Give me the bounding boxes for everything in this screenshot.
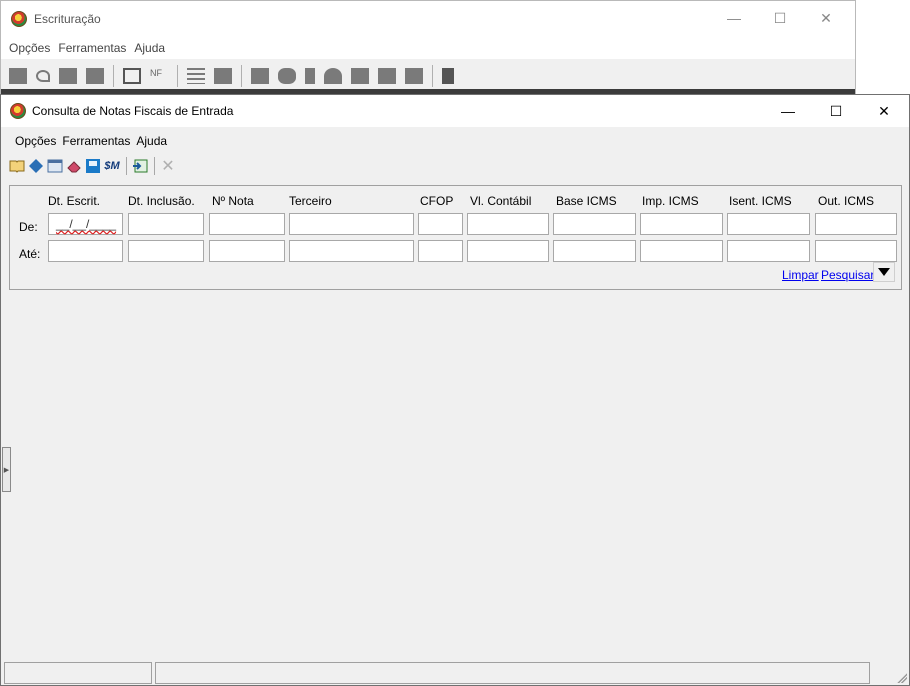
ate-cfop-field[interactable] xyxy=(418,240,463,262)
download-icon[interactable] xyxy=(305,68,315,84)
toolbar-separator xyxy=(241,65,242,87)
parent-window: Escrituração — ☐ ✕ Opções Ferramentas Aj… xyxy=(0,0,856,96)
parent-title-bar[interactable]: Escrituração — ☐ ✕ xyxy=(1,1,855,37)
exit-door-icon[interactable] xyxy=(442,68,454,84)
toolbar-separator xyxy=(126,157,127,175)
child-toolbar: $M ✕ xyxy=(9,155,179,177)
export-icon[interactable] xyxy=(132,158,148,174)
de-vl-contabil-field[interactable] xyxy=(467,213,549,235)
side-panel-splitter[interactable]: ▶ xyxy=(2,447,11,492)
app-logo-icon xyxy=(11,11,27,27)
sm-icon[interactable]: $M xyxy=(104,158,120,174)
child-close-button[interactable]: ✕ xyxy=(861,95,907,127)
parent-menu-bar: Opções Ferramentas Ajuda xyxy=(1,37,855,59)
brush-icon[interactable] xyxy=(86,68,104,84)
de-isent-icms-field[interactable] xyxy=(727,213,810,235)
child-maximize-button[interactable]: ☐ xyxy=(813,95,859,127)
de-dt-inclusao-field[interactable] xyxy=(128,213,204,235)
child-menu-bar: Opções Ferramentas Ajuda xyxy=(1,131,909,151)
ate-dt-escrit-field[interactable] xyxy=(48,240,123,262)
book-icon[interactable] xyxy=(9,158,25,174)
child-minimize-button[interactable]: — xyxy=(765,95,811,127)
parent-maximize-button[interactable]: ☐ xyxy=(757,1,803,35)
status-bar xyxy=(1,659,909,685)
col-base-icms: Base ICMS xyxy=(556,194,617,208)
ate-out-icms-field[interactable] xyxy=(815,240,897,262)
parent-minimize-button[interactable]: — xyxy=(711,1,757,35)
parent-close-button[interactable]: ✕ xyxy=(803,1,849,35)
tree-icon[interactable] xyxy=(187,68,205,84)
col-cfop: CFOP xyxy=(420,194,454,208)
expand-filter-button[interactable] xyxy=(873,262,895,282)
ate-vl-contabil-field[interactable] xyxy=(467,240,549,262)
de-base-icms-field[interactable] xyxy=(553,213,636,235)
col-vl-contabil: Vl. Contábil xyxy=(470,194,532,208)
folder-icon[interactable] xyxy=(251,68,269,84)
chevron-down-icon xyxy=(878,268,890,276)
parent-toolbar: NF xyxy=(1,59,855,93)
col-imp-icms: Imp. ICMS xyxy=(642,194,699,208)
ate-isent-icms-field[interactable] xyxy=(727,240,810,262)
parent-window-title: Escrituração xyxy=(34,12,101,26)
status-panel-left xyxy=(4,662,152,684)
window-icon[interactable] xyxy=(47,158,63,174)
ate-base-icms-field[interactable] xyxy=(553,240,636,262)
child-title-bar[interactable]: Consulta de Notas Fiscais de Entrada — ☐… xyxy=(1,95,909,127)
de-out-icms-field[interactable] xyxy=(815,213,897,235)
apple-icon[interactable] xyxy=(278,68,296,84)
nfe-icon[interactable]: NF xyxy=(150,68,168,84)
toolbar-separator xyxy=(154,157,155,175)
save-icon[interactable] xyxy=(85,158,101,174)
preview-icon[interactable] xyxy=(123,68,141,84)
col-dt-escrit: Dt. Escrit. xyxy=(48,194,101,208)
app-logo-icon xyxy=(10,103,26,119)
toolbar-separator xyxy=(177,65,178,87)
filter-panel: Dt. Escrit. Dt. Inclusão. Nº Nota Tercei… xyxy=(9,185,902,290)
child-menu-ajuda[interactable]: Ajuda xyxy=(136,134,167,148)
date-mask: __/__/____ xyxy=(56,217,117,231)
col-num-nota: Nº Nota xyxy=(212,194,254,208)
col-isent-icms: Isent. ICMS xyxy=(729,194,792,208)
status-panel-main xyxy=(155,662,870,684)
window-icon[interactable] xyxy=(405,68,423,84)
undo-icon[interactable] xyxy=(36,70,50,82)
close-icon[interactable]: ✕ xyxy=(160,158,176,175)
report-icon[interactable] xyxy=(214,68,232,84)
de-num-nota-field[interactable] xyxy=(209,213,285,235)
row-label-de: De: xyxy=(19,220,38,234)
resize-grip-icon[interactable] xyxy=(895,671,907,683)
de-imp-icms-field[interactable] xyxy=(640,213,723,235)
parent-menu-ajuda[interactable]: Ajuda xyxy=(134,41,165,55)
new-doc-icon[interactable] xyxy=(9,68,27,84)
col-dt-inclusao: Dt. Inclusão. xyxy=(128,194,195,208)
col-terceiro: Terceiro xyxy=(289,194,332,208)
child-window-title: Consulta de Notas Fiscais de Entrada xyxy=(32,104,234,118)
ate-terceiro-field[interactable] xyxy=(289,240,414,262)
users-icon[interactable] xyxy=(324,68,342,84)
ate-imp-icms-field[interactable] xyxy=(640,240,723,262)
de-terceiro-field[interactable] xyxy=(289,213,414,235)
stop-icon[interactable] xyxy=(59,68,77,84)
child-window: Consulta de Notas Fiscais de Entrada — ☐… xyxy=(0,94,910,686)
gib-icon[interactable] xyxy=(351,68,369,84)
search-link[interactable]: Pesquisar xyxy=(821,268,874,282)
de-dt-escrit-field[interactable]: __/__/____ xyxy=(48,213,123,235)
ate-dt-inclusao-field[interactable] xyxy=(128,240,204,262)
toolbar-separator xyxy=(113,65,114,87)
row-label-ate: Até: xyxy=(19,247,41,261)
list-icon[interactable] xyxy=(378,68,396,84)
child-menu-ferramentas[interactable]: Ferramentas xyxy=(62,134,130,148)
parent-menu-ferramentas[interactable]: Ferramentas xyxy=(58,41,126,55)
ate-num-nota-field[interactable] xyxy=(209,240,285,262)
child-menu-opcoes[interactable]: Opções xyxy=(15,134,56,148)
toolbar-separator xyxy=(432,65,433,87)
clear-link[interactable]: Limpar xyxy=(782,268,819,282)
diamond-icon[interactable] xyxy=(28,158,44,174)
col-out-icms: Out. ICMS xyxy=(818,194,875,208)
de-cfop-field[interactable] xyxy=(418,213,463,235)
chevron-right-icon: ▶ xyxy=(3,466,10,474)
parent-menu-opcoes[interactable]: Opções xyxy=(9,41,50,55)
eraser-icon[interactable] xyxy=(66,158,82,174)
